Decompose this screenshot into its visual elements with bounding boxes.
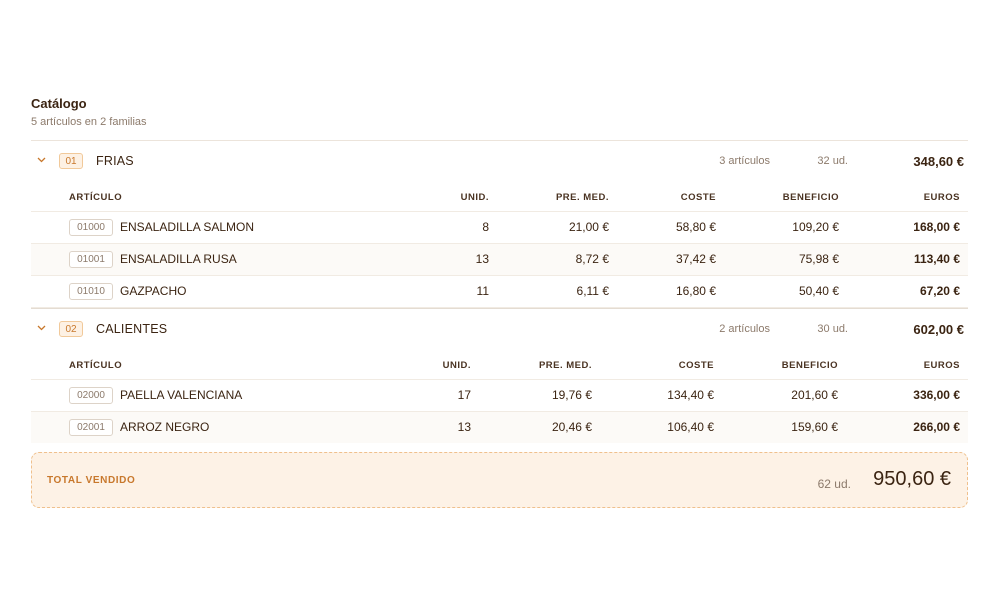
euros-cell: 168,00 € bbox=[913, 220, 960, 234]
family-article-count: 3 artículos bbox=[719, 155, 770, 167]
page-subtitle: 5 artículos en 2 familias bbox=[31, 116, 147, 128]
cost-cell: 37,42 € bbox=[675, 252, 716, 266]
family-units: 30 ud. bbox=[817, 323, 848, 335]
page-title: Catálogo bbox=[31, 96, 87, 111]
cost-cell: 16,80 € bbox=[675, 284, 716, 298]
total-sold-label: TOTAL VENDIDO bbox=[47, 475, 136, 486]
family-name: CALIENTES bbox=[96, 322, 168, 336]
col-article[interactable]: ARTÍCULO bbox=[69, 360, 122, 371]
catalog-panel: Catálogo 5 artículos en 2 familias 01 FR… bbox=[31, 96, 968, 443]
col-profit[interactable]: BENEFICIO bbox=[783, 192, 839, 203]
col-cost[interactable]: COSTE bbox=[681, 192, 716, 203]
avg-price-cell: 19,76 € bbox=[551, 388, 592, 402]
family-total: 348,60 € bbox=[913, 154, 964, 169]
article-name: ENSALADILLA RUSA bbox=[120, 252, 237, 266]
chevron-down-icon[interactable] bbox=[37, 323, 46, 332]
profit-cell: 50,40 € bbox=[798, 284, 839, 298]
article-name: PAELLA VALENCIANA bbox=[120, 388, 243, 402]
table-row[interactable]: 01001 ENSALADILLA RUSA 13 8,72 € 37,42 €… bbox=[31, 244, 968, 276]
article-name: ARROZ NEGRO bbox=[120, 420, 210, 434]
col-units[interactable]: UNID. bbox=[461, 192, 489, 203]
avg-price-cell: 6,11 € bbox=[576, 284, 609, 298]
chevron-down-icon[interactable] bbox=[37, 155, 46, 164]
units-cell: 8 bbox=[482, 220, 489, 234]
total-units: 62 ud. bbox=[817, 477, 851, 491]
units-cell: 13 bbox=[475, 252, 489, 266]
profit-cell: 159,60 € bbox=[791, 420, 838, 434]
family-code-badge: 01 bbox=[59, 153, 83, 169]
col-euros[interactable]: EUROS bbox=[924, 192, 960, 203]
cost-cell: 58,80 € bbox=[675, 220, 716, 234]
units-cell: 17 bbox=[457, 388, 471, 402]
euros-cell: 67,20 € bbox=[919, 284, 960, 298]
col-units[interactable]: UNID. bbox=[443, 360, 471, 371]
avg-price-cell: 8,72 € bbox=[575, 252, 609, 266]
euros-cell: 113,40 € bbox=[913, 252, 960, 266]
euros-cell: 266,00 € bbox=[913, 420, 960, 434]
family-article-count: 2 artículos bbox=[719, 323, 770, 335]
family-total: 602,00 € bbox=[913, 322, 964, 337]
family-group-frias: 01 FRIAS 3 artículos 32 ud. 348,60 € ART… bbox=[31, 141, 968, 308]
cost-cell: 106,40 € bbox=[667, 420, 714, 434]
table-row[interactable]: 02001 ARROZ NEGRO 13 20,46 € 106,40 € 15… bbox=[31, 412, 968, 443]
family-header[interactable]: 02 CALIENTES 2 artículos 30 ud. 602,00 € bbox=[31, 309, 968, 351]
family-code-badge: 02 bbox=[59, 321, 83, 337]
table-header: ARTÍCULO UNID. PRE. MED. COSTE BENEFICIO… bbox=[31, 183, 968, 212]
family-group-calientes: 02 CALIENTES 2 artículos 30 ud. 602,00 €… bbox=[31, 309, 968, 443]
article-code: 02001 bbox=[69, 419, 113, 436]
col-profit[interactable]: BENEFICIO bbox=[782, 360, 838, 371]
article-name: GAZPACHO bbox=[120, 284, 187, 298]
euros-cell: 336,00 € bbox=[913, 388, 960, 402]
table-row[interactable]: 01000 ENSALADILLA SALMON 8 21,00 € 58,80… bbox=[31, 212, 968, 244]
family-header[interactable]: 01 FRIAS 3 artículos 32 ud. 348,60 € bbox=[31, 141, 968, 183]
family-units: 32 ud. bbox=[817, 155, 848, 167]
table-row[interactable]: 02000 PAELLA VALENCIANA 17 19,76 € 134,4… bbox=[31, 380, 968, 412]
col-euros[interactable]: EUROS bbox=[924, 360, 960, 371]
article-name: ENSALADILLA SALMON bbox=[120, 220, 255, 234]
avg-price-cell: 21,00 € bbox=[568, 220, 609, 234]
col-article[interactable]: ARTÍCULO bbox=[69, 192, 122, 203]
cost-cell: 134,40 € bbox=[667, 388, 714, 402]
col-cost[interactable]: COSTE bbox=[679, 360, 714, 371]
units-cell: 11 bbox=[476, 284, 489, 298]
col-avg-price[interactable]: PRE. MED. bbox=[539, 360, 592, 371]
table-row[interactable]: 01010 GAZPACHO 11 6,11 € 16,80 € 50,40 €… bbox=[31, 276, 968, 308]
profit-cell: 201,60 € bbox=[791, 388, 838, 402]
article-code: 01010 bbox=[69, 283, 113, 300]
profit-cell: 75,98 € bbox=[798, 252, 839, 266]
avg-price-cell: 20,46 € bbox=[551, 420, 592, 434]
article-code: 01000 bbox=[69, 219, 113, 236]
article-code: 02000 bbox=[69, 387, 113, 404]
units-cell: 13 bbox=[457, 420, 471, 434]
table-header: ARTÍCULO UNID. PRE. MED. COSTE BENEFICIO… bbox=[31, 351, 968, 380]
article-code: 01001 bbox=[69, 251, 113, 268]
total-sold-value: 950,60 € bbox=[873, 468, 951, 490]
col-avg-price[interactable]: PRE. MED. bbox=[556, 192, 609, 203]
total-sold-summary: TOTAL VENDIDO 62 ud. 950,60 € bbox=[31, 452, 968, 508]
family-name: FRIAS bbox=[96, 154, 134, 168]
profit-cell: 109,20 € bbox=[792, 220, 839, 234]
